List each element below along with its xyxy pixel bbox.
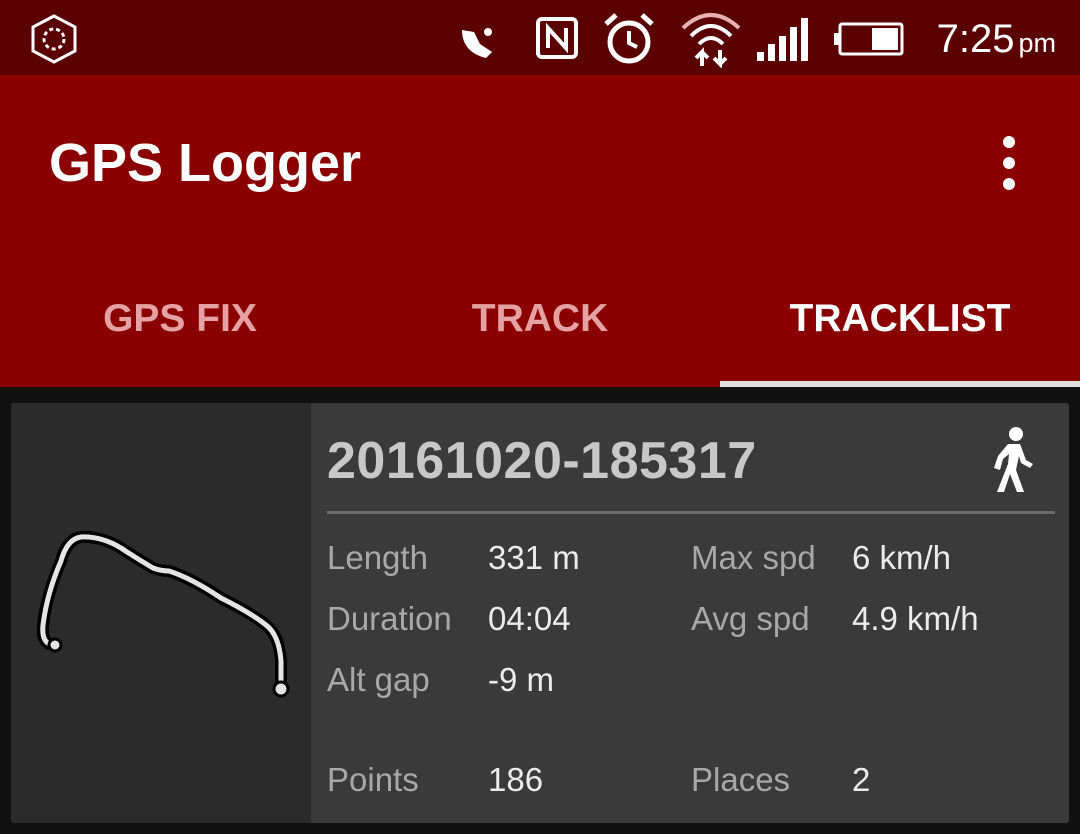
clock-ampm: pm: [1018, 28, 1056, 58]
tab-gps-fix[interactable]: GPS FIX: [0, 265, 360, 387]
duration-value: 04:04: [488, 600, 571, 637]
tab-bar: GPS FIX TRACK TRACKLIST: [0, 265, 1080, 387]
max-speed-value: 6 km/h: [852, 539, 952, 576]
nfc-icon: [536, 17, 578, 59]
alarm-icon: [604, 13, 654, 64]
points-label: Points: [327, 761, 419, 798]
length-value: 331 m: [488, 539, 580, 576]
walking-icon: [994, 427, 1033, 492]
status-clock: 7:25 pm: [937, 17, 1056, 62]
duration-label: Duration: [327, 600, 452, 637]
app-notification-icon: [31, 14, 77, 64]
track-thumbnail: [11, 403, 311, 823]
max-speed-label: Max spd: [691, 539, 816, 576]
signal-icon: [757, 18, 808, 61]
tab-tracklist[interactable]: TRACKLIST: [720, 265, 1080, 387]
alt-gap-value: -9 m: [488, 661, 554, 698]
alt-gap-label: Alt gap: [327, 661, 430, 698]
track-card[interactable]: 20161020-185317 Length 331 m Max spd 6 k…: [11, 403, 1069, 823]
places-label: Places: [691, 761, 791, 798]
tab-track[interactable]: TRACK: [360, 265, 720, 387]
status-bar: 7:25 pm: [0, 0, 1080, 75]
track-name: 20161020-185317: [327, 432, 757, 490]
card-divider: [327, 511, 1055, 514]
clock-time: 7:25: [936, 17, 1015, 61]
more-vert-icon[interactable]: [990, 133, 1028, 193]
app-bar: GPS Logger GPS FIX TRACK TRACKLIST: [0, 75, 1080, 387]
app-title: GPS Logger: [49, 133, 362, 193]
battery-icon: [834, 22, 904, 56]
wifi-icon: [681, 13, 741, 68]
length-label: Length: [327, 539, 428, 576]
places-value: 2: [852, 761, 871, 798]
tab-indicator: [720, 381, 1080, 387]
avg-speed-label: Avg spd: [691, 600, 810, 637]
avg-speed-value: 4.9 km/h: [852, 600, 979, 637]
points-value: 186: [488, 761, 544, 798]
satellite-icon: [462, 28, 492, 58]
